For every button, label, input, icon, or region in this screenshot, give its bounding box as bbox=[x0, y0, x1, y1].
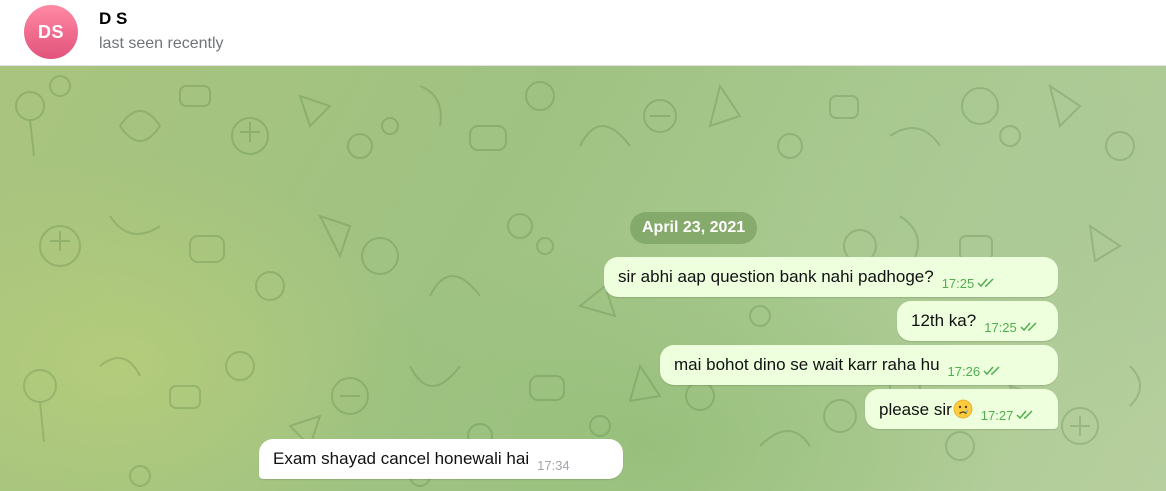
message-text-content: please sir bbox=[879, 399, 952, 419]
double-check-icon bbox=[1020, 322, 1037, 332]
double-check-icon bbox=[977, 278, 994, 288]
message-text: please sir bbox=[879, 399, 973, 420]
message-time: 17:25 bbox=[941, 275, 975, 291]
message-bubble-outgoing[interactable]: sir abhi aap question bank nahi padhoge?… bbox=[604, 257, 1058, 297]
message-bubble-incoming[interactable]: Exam shayad cancel honewali hai 17:34 bbox=[259, 439, 623, 479]
message-text: sir abhi aap question bank nahi padhoge? bbox=[618, 267, 934, 286]
message-meta: 17:26 bbox=[948, 364, 1002, 379]
message-bubble-outgoing[interactable]: mai bohot dino se wait karr raha hu 17:2… bbox=[660, 345, 1058, 385]
chat-messages-area[interactable]: April 23, 2021 sir abhi aap question ban… bbox=[0, 66, 1166, 491]
message-meta: 17:27 bbox=[981, 408, 1035, 423]
avatar[interactable]: DS bbox=[24, 5, 78, 59]
double-check-icon bbox=[983, 366, 1000, 376]
message-time: 17:26 bbox=[947, 363, 981, 379]
message-bubble-outgoing[interactable]: 12th ka? 17:25 bbox=[897, 301, 1058, 341]
message-text: 12th ka? bbox=[911, 311, 977, 330]
message-text: mai bohot dino se wait karr raha hu bbox=[674, 355, 940, 374]
date-separator: April 23, 2021 bbox=[630, 212, 758, 244]
message-bubble-outgoing[interactable]: please sir 17:27 bbox=[865, 389, 1058, 429]
contact-name[interactable]: D S bbox=[99, 9, 127, 29]
message-meta: 17:34 bbox=[537, 458, 570, 473]
message-meta: 17:25 bbox=[984, 320, 1038, 335]
date-label: April 23, 2021 bbox=[642, 219, 746, 236]
contact-status: last seen recently bbox=[99, 35, 224, 52]
chat-header[interactable]: DS D S last seen recently bbox=[0, 0, 1166, 66]
message-time: 17:27 bbox=[980, 407, 1014, 423]
avatar-initials: DS bbox=[37, 21, 64, 42]
message-time: 17:25 bbox=[984, 319, 1017, 335]
message-meta: 17:25 bbox=[942, 276, 996, 291]
message-text: Exam shayad cancel honewali hai bbox=[273, 449, 530, 468]
message-time: 17:34 bbox=[537, 457, 570, 473]
double-check-icon bbox=[1016, 410, 1033, 420]
crying-face-icon bbox=[953, 399, 973, 418]
